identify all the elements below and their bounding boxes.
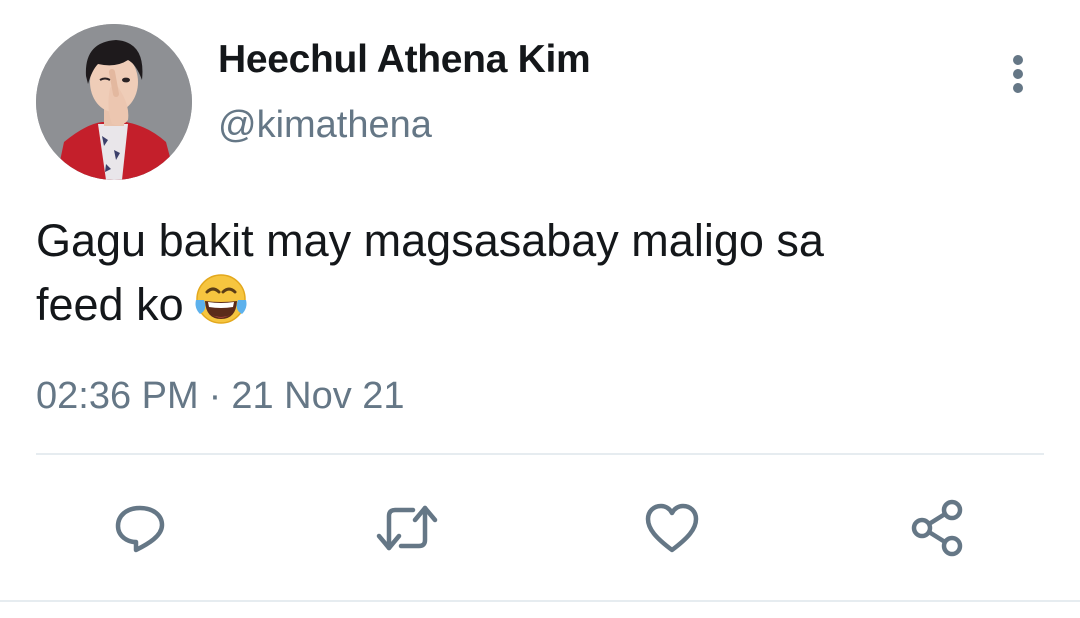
divider [0, 600, 1080, 602]
avatar[interactable] [36, 24, 192, 180]
tweet-text-line-2: feed ko [36, 270, 1026, 334]
tweet-time: 02:36 PM [36, 375, 199, 417]
tweet-card: Heechul Athena Kim @kimathena Gagu bakit… [0, 0, 1080, 618]
share-icon [911, 499, 963, 557]
tweet-text: Gagu bakit may magsasabay maligo sa feed… [36, 212, 1026, 334]
reply-button[interactable] [108, 496, 172, 560]
tears-of-joy-emoji-icon [192, 270, 250, 328]
avatar-photo [36, 24, 192, 180]
retweet-icon [376, 505, 438, 551]
divider [36, 453, 1044, 455]
tweet-text-line-1: Gagu bakit may magsasabay maligo sa [36, 215, 824, 266]
display-name[interactable]: Heechul Athena Kim [218, 38, 591, 82]
username-handle[interactable]: @kimathena [218, 104, 432, 147]
more-vertical-icon [1013, 55, 1023, 93]
reply-icon [115, 505, 165, 553]
tweet-timestamp[interactable]: 02:36 PM · 21 Nov 21 [36, 375, 405, 418]
retweet-button[interactable] [375, 496, 439, 560]
timestamp-separator: · [208, 375, 222, 417]
tweet-text-line-2-words: feed ko [36, 279, 184, 330]
share-button[interactable] [906, 496, 970, 560]
tweet-date: 21 Nov 21 [231, 375, 405, 417]
heart-icon [645, 503, 699, 553]
like-button[interactable] [640, 496, 704, 560]
more-options-button[interactable] [998, 52, 1038, 100]
